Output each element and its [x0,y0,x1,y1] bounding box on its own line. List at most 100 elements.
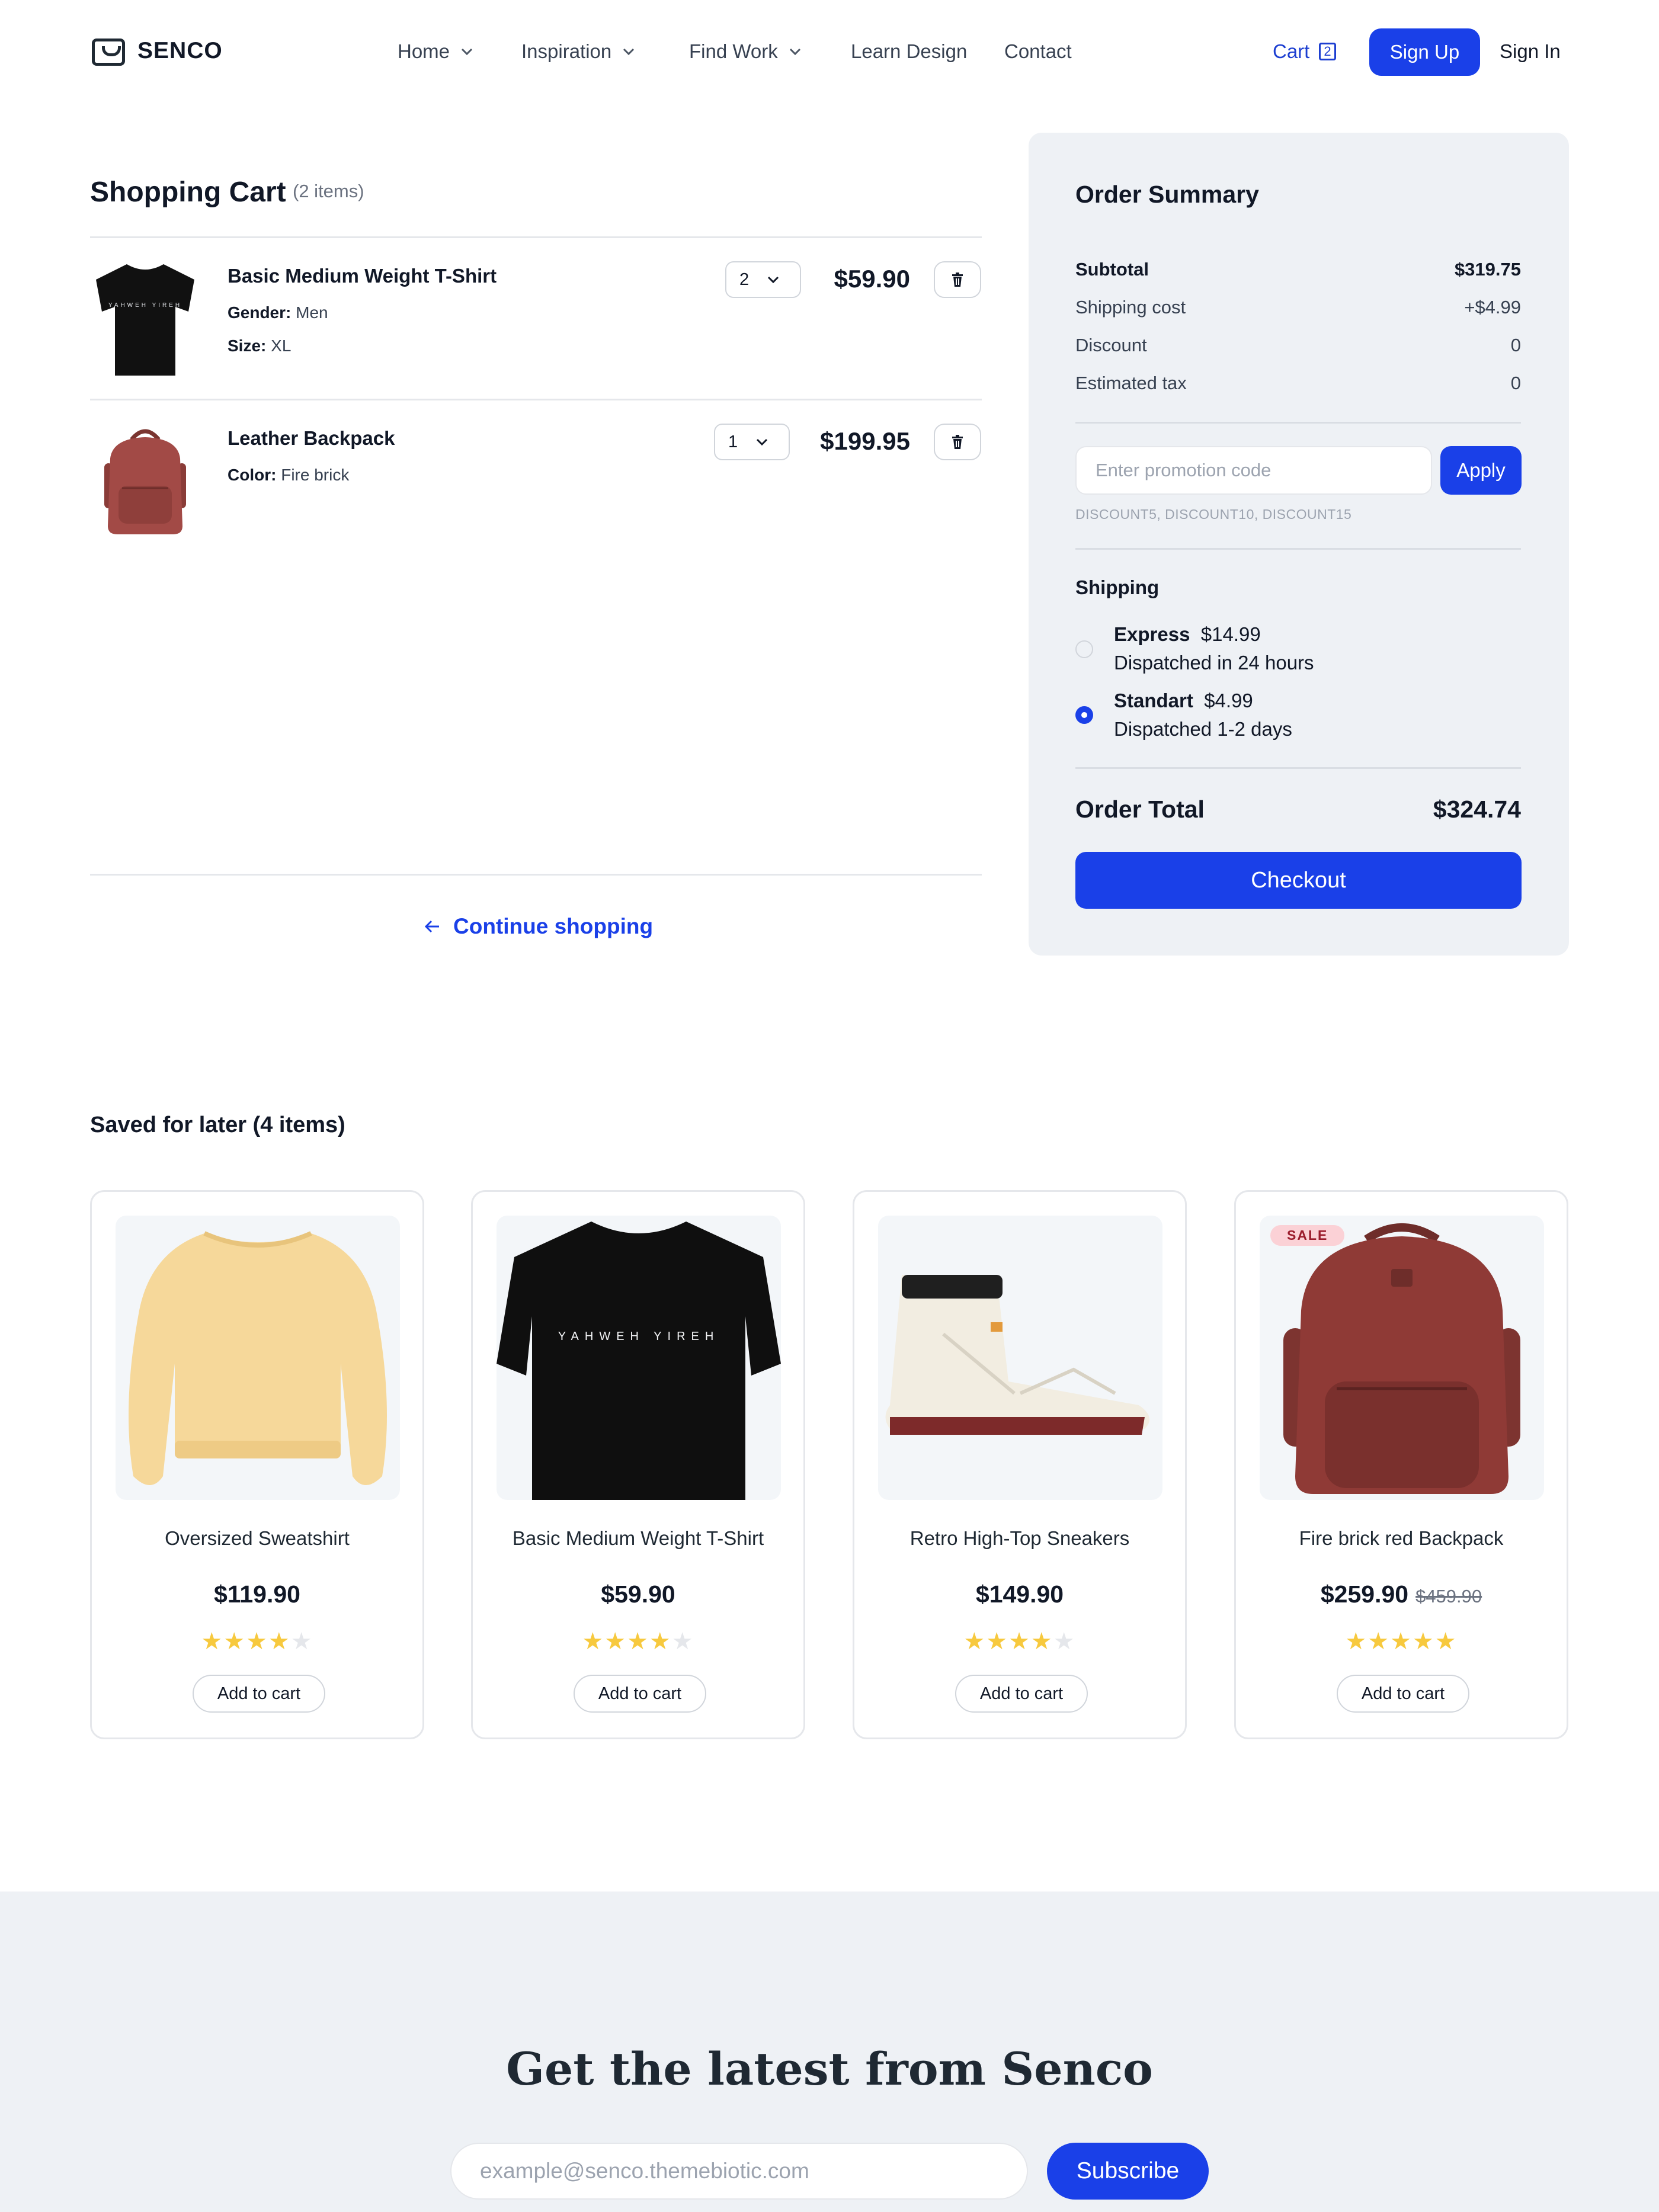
shirt-print: YAHWEH YIREH [558,1330,720,1343]
star-icon: ★ [268,1628,291,1655]
saved-for-later-title: Saved for later (4 items) [90,1113,345,1137]
sale-badge: SALE [1270,1225,1345,1246]
star-icon: ★ [986,1628,1009,1655]
product-image[interactable] [1260,1216,1544,1500]
add-to-cart-button[interactable]: Add to cart [1337,1675,1469,1713]
product-card[interactable]: SALE Fire brick red Backpack $259.90 $459… [1234,1190,1568,1739]
add-to-cart-button[interactable]: Add to cart [193,1675,325,1713]
product-card[interactable]: YAHWEH YIREH Basic Medium Weight T-Shirt… [471,1190,805,1739]
product-name[interactable]: Fire brick red Backpack [1236,1527,1567,1550]
continue-shopping-link[interactable]: Continue shopping [424,914,653,939]
shipping-express-radio[interactable] [1075,640,1093,658]
nav-contact[interactable]: Contact [1004,40,1072,63]
cart-item-name[interactable]: Leather Backpack [228,427,395,450]
shipping-standart-radio[interactable] [1075,706,1093,724]
promotion-code-input[interactable]: Enter promotion code [1075,446,1432,495]
nav-home[interactable]: Home [398,40,473,63]
quantity-select[interactable]: 1 [714,424,790,460]
rating-stars: ★★★★★ [854,1628,1185,1655]
cart-item-name[interactable]: Basic Medium Weight T-Shirt [228,265,497,287]
divider [90,399,982,400]
quantity-value: 1 [728,432,738,451]
summary-row-discount: Discount 0 [1075,335,1521,355]
star-icon: ★ [223,1628,246,1655]
old-price: $459.90 [1415,1586,1482,1607]
product-price: $259.90 $459.90 [1320,1581,1482,1608]
cart-count-badge: 2 [1319,43,1336,60]
star-icon: ★ [671,1628,694,1655]
product-card[interactable]: Retro High-Top Sneakers $149.90 ★★★★★ Ad… [853,1190,1187,1739]
cart-item-count: (2 items) [293,181,364,201]
star-icon: ★ [963,1628,987,1655]
star-icon: ★ [1053,1628,1076,1655]
nav-find-work[interactable]: Find Work [689,40,802,63]
cart-item-price: $199.95 [820,427,910,455]
product-card[interactable]: Oversized Sweatshirt $119.90 ★★★★★ Add t… [90,1190,424,1739]
summary-row-subtotal: Subtotal $319.75 [1075,259,1521,280]
product-name[interactable]: Oversized Sweatshirt [92,1527,422,1550]
divider [90,236,982,238]
order-summary-panel [1029,133,1569,956]
cart-item-price: $59.90 [834,265,910,293]
cart-item-attr: Color: Fire brick [228,466,350,484]
trash-icon [952,435,963,449]
chevron-down-icon [789,48,800,56]
shipping-option-standart[interactable]: Standart $4.99 Dispatched 1-2 days [1114,687,1292,743]
arrow-left-icon [424,920,439,933]
star-icon: ★ [627,1628,649,1655]
star-icon: ★ [1367,1628,1391,1655]
product-image[interactable]: YAHWEH YIREH [497,1216,781,1500]
quantity-select[interactable]: 2 [725,261,801,298]
chevron-down-icon [623,48,635,56]
star-icon: ★ [1030,1628,1053,1655]
cart-label: Cart [1273,40,1310,62]
cart-item-image[interactable]: YAHWEH YIREH [90,259,200,378]
promo-code-hint: DISCOUNT5, DISCOUNT10, DISCOUNT15 [1075,506,1352,522]
cart-link[interactable]: Cart 2 [1273,40,1336,63]
nav-home-label: Home [398,40,450,62]
divider [90,874,982,876]
nav-learn-design[interactable]: Learn Design [851,40,967,63]
star-icon: ★ [1412,1628,1435,1655]
sign-up-button[interactable]: Sign Up [1369,28,1480,76]
chevron-down-icon [461,48,473,56]
star-icon: ★ [1345,1628,1368,1655]
star-icon: ★ [604,1628,627,1655]
remove-item-button[interactable] [934,424,981,460]
product-image[interactable] [116,1216,400,1500]
star-icon: ★ [246,1628,268,1655]
add-to-cart-button[interactable]: Add to cart [955,1675,1088,1713]
shopping-bag-logo-icon[interactable] [92,39,125,66]
product-image[interactable] [878,1216,1162,1500]
star-icon: ★ [201,1628,224,1655]
shipping-option-express[interactable]: Express $14.99 Dispatched in 24 hours [1114,620,1314,677]
shipping-title: Shipping [1075,576,1160,598]
divider [1075,767,1521,769]
product-name[interactable]: Basic Medium Weight T-Shirt [473,1527,803,1550]
cart-title: Shopping Cart [90,177,286,208]
divider [1075,422,1521,424]
nav-inspiration-label: Inspiration [521,40,612,62]
sign-in-link[interactable]: Sign In [1500,40,1561,63]
nav-inspiration[interactable]: Inspiration [521,40,635,63]
email-input[interactable]: example@senco.themebiotic.com [450,2143,1028,2200]
summary-row-tax: Estimated tax 0 [1075,373,1521,393]
continue-shopping-label: Continue shopping [453,914,654,938]
product-price: $149.90 [975,1581,1064,1608]
trash-icon [952,273,963,287]
checkout-button[interactable]: Checkout [1075,852,1522,909]
rating-stars: ★★★★★ [92,1628,422,1655]
remove-item-button[interactable] [934,261,981,298]
star-icon: ★ [290,1628,313,1655]
cart-item-image[interactable] [90,422,200,540]
quantity-value: 2 [739,270,750,289]
nav-learn-design-label: Learn Design [851,40,968,62]
rating-stars: ★★★★★ [1236,1628,1567,1655]
summary-row-shipping: Shipping cost +$4.99 [1075,297,1521,318]
add-to-cart-button[interactable]: Add to cart [574,1675,706,1713]
brand-name[interactable]: SENCO [137,38,223,64]
subscribe-button[interactable]: Subscribe [1047,2143,1209,2200]
product-name[interactable]: Retro High-Top Sneakers [854,1527,1185,1550]
apply-promo-button[interactable]: Apply [1440,446,1522,495]
cart-item-attr: Size: XL [228,336,292,355]
